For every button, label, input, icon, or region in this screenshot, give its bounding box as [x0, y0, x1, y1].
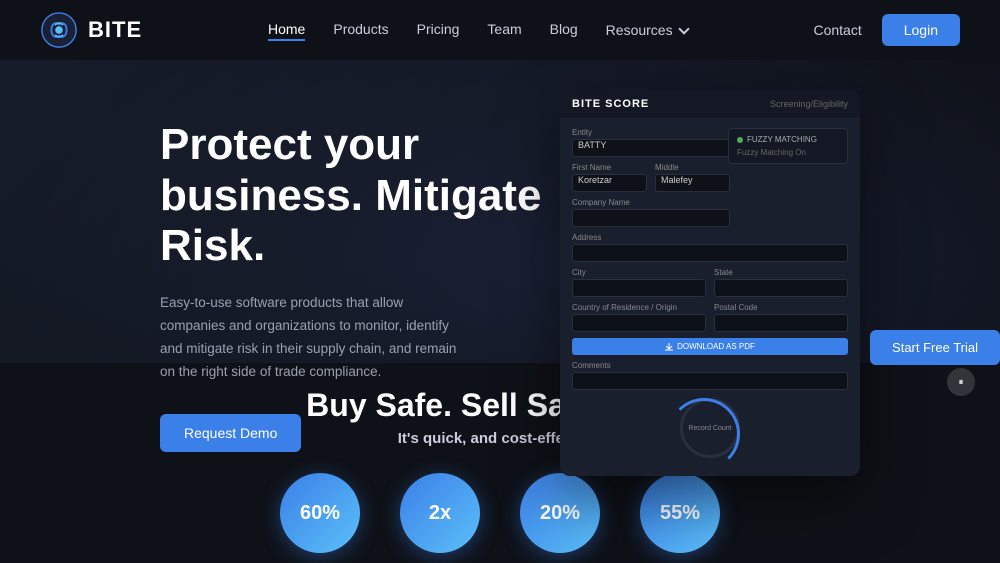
nav-link-products[interactable]: Products [333, 21, 388, 37]
nav-item-team[interactable]: Team [487, 21, 521, 39]
input-country[interactable] [572, 314, 706, 332]
download-pdf-button[interactable]: DOWNLOAD AS PDF [572, 338, 848, 355]
form-row-comments: Comments [572, 361, 848, 390]
fuzzy-title: FUZZY MATCHING [737, 135, 839, 144]
form-field-state: State [714, 268, 848, 297]
form-field-entity: Entity BATTY [572, 128, 730, 157]
input-company[interactable] [572, 209, 730, 227]
hero-right: BITE SCORE Screening/Eligibility Entity … [500, 70, 980, 476]
card-title: BITE SCORE [572, 98, 649, 110]
navbar: BITE Home Products Pricing Team Blog Res… [0, 0, 1000, 60]
pause-icon[interactable]: ⏸ [947, 368, 975, 396]
request-demo-button[interactable]: Request Demo [160, 414, 301, 452]
form-field-city: City [572, 268, 706, 297]
form-field-country: Country of Residence / Origin [572, 303, 706, 332]
login-button[interactable]: Login [882, 14, 960, 46]
input-address[interactable] [572, 244, 848, 262]
chevron-down-icon [678, 23, 689, 34]
card-header: BITE SCORE Screening/Eligibility [560, 90, 860, 118]
nav-right: Contact Login [813, 14, 960, 46]
form-field-firstname: First Name Koretzar [572, 163, 647, 192]
input-firstname[interactable]: Koretzar [572, 174, 647, 192]
form-row-city-state: City State [572, 268, 848, 297]
brand-name: BITE [88, 17, 142, 43]
logo[interactable]: BITE [40, 11, 142, 49]
start-trial-button[interactable]: Start Free Trial [870, 330, 1000, 365]
nav-link-pricing[interactable]: Pricing [417, 21, 460, 37]
nav-item-products[interactable]: Products [333, 21, 388, 39]
nav-link-home[interactable]: Home [268, 21, 305, 41]
input-middle[interactable]: Malefey [655, 174, 730, 192]
nav-item-pricing[interactable]: Pricing [417, 21, 460, 39]
nav-contact-link[interactable]: Contact [813, 22, 861, 38]
input-entity[interactable]: BATTY [572, 139, 730, 157]
stat-bubble-0: 60% [280, 473, 360, 553]
form-row-country-postal: Country of Residence / Origin Postal Cod… [572, 303, 848, 332]
fuzzy-item: Fuzzy Matching On [737, 148, 839, 157]
form-field-company: Company Name [572, 198, 730, 227]
nav-link-team[interactable]: Team [487, 21, 521, 37]
input-postal[interactable] [714, 314, 848, 332]
form-row-company: Company Name [572, 198, 730, 227]
download-icon [665, 343, 673, 351]
form-row-address: Address [572, 233, 848, 262]
record-count-circle: Record Count [680, 398, 740, 458]
form-row-entity: Entity BATTY [572, 128, 730, 157]
input-city[interactable] [572, 279, 706, 297]
nav-item-home[interactable]: Home [268, 21, 305, 39]
record-label: Record Count [688, 425, 731, 432]
status-dot [737, 137, 743, 143]
hero-description: Easy-to-use software products that allow… [160, 292, 470, 384]
form-field-comments: Comments [572, 361, 848, 390]
nav-link-resources[interactable]: Resources [606, 22, 673, 38]
nav-links: Home Products Pricing Team Blog Resource… [268, 21, 688, 39]
nav-link-blog[interactable]: Blog [550, 21, 578, 37]
form-field-address: Address [572, 233, 848, 262]
nav-item-resources[interactable]: Resources [606, 22, 688, 38]
form-field-middle: Middle Malefey [655, 163, 730, 192]
fuzzy-matching-box: FUZZY MATCHING Fuzzy Matching On [728, 128, 848, 164]
input-state[interactable] [714, 279, 848, 297]
stat-bubble-3: 55% [640, 473, 720, 553]
form-field-postal: Postal Code [714, 303, 848, 332]
stat-bubble-1: 2x [400, 473, 480, 553]
form-row-name: First Name Koretzar Middle Malefey [572, 163, 730, 192]
card-body: Entity BATTY First Name Koretzar Middle [560, 118, 860, 476]
card-subtitle: Screening/Eligibility [770, 99, 848, 109]
stats-row: 60% 2x 20% 55% [0, 463, 1000, 553]
stat-bubble-2: 20% [520, 473, 600, 553]
nav-item-blog[interactable]: Blog [550, 21, 578, 39]
input-comments[interactable] [572, 372, 848, 390]
dashboard-card: BITE SCORE Screening/Eligibility Entity … [560, 90, 860, 476]
logo-icon [40, 11, 78, 49]
